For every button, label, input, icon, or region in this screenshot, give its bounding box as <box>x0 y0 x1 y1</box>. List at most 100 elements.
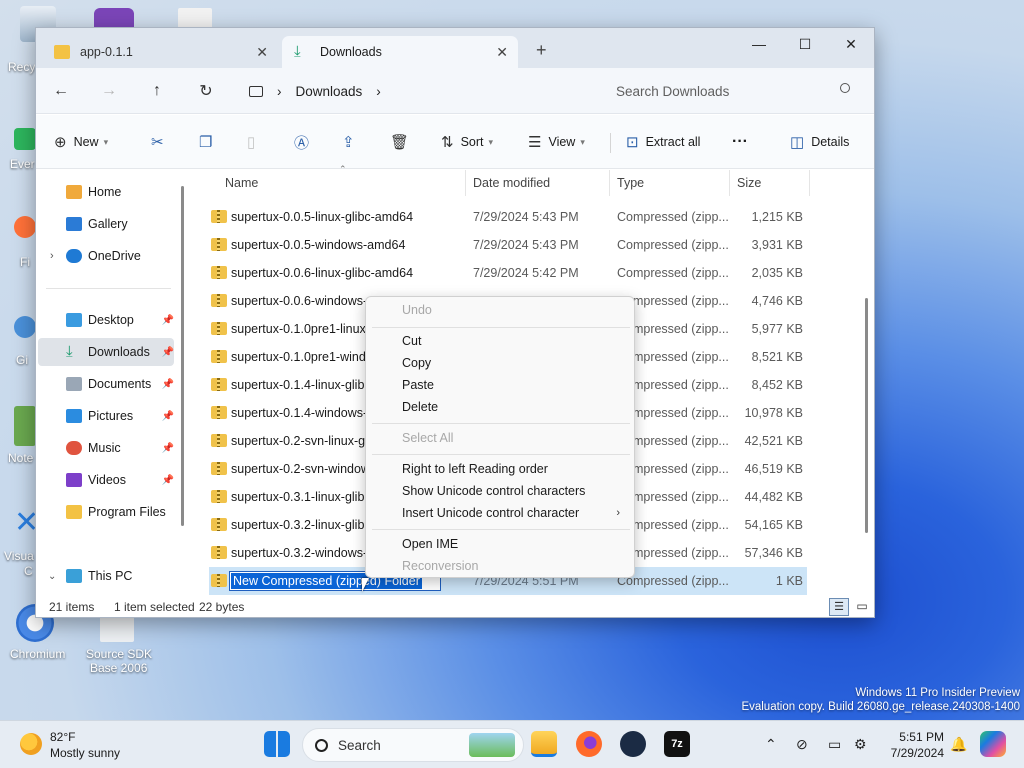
menu-item-paste[interactable]: Paste <box>366 374 634 396</box>
breadcrumb-downloads[interactable]: Downloads <box>296 84 363 99</box>
details-view-button[interactable]: ☰ <box>829 598 849 616</box>
column-separator[interactable] <box>809 170 810 196</box>
taskbar-search[interactable]: Search <box>302 728 524 762</box>
menu-item-rtl-reading-order[interactable]: Right to left Reading order <box>366 458 634 480</box>
sidebar-item-music[interactable]: Music 📌 <box>38 434 174 462</box>
sidebar-item-desktop[interactable]: Desktop 📌 <box>38 306 174 334</box>
weather-temperature: 82°F <box>50 730 76 744</box>
back-button[interactable]: ← <box>48 79 74 103</box>
download-icon: ⤓ <box>66 343 73 360</box>
menu-item-copy[interactable]: Copy <box>366 352 634 374</box>
accessibility-icon[interactable]: ⚙ <box>854 736 867 753</box>
sidebar-item-downloads[interactable]: ⤓ Downloads 📌 <box>38 338 174 366</box>
toolbar-divider <box>610 133 611 153</box>
column-type[interactable]: Type <box>617 176 644 190</box>
network-icon[interactable]: ⊘ <box>796 736 808 753</box>
list-scrollbar[interactable] <box>865 298 868 533</box>
new-tab-button[interactable]: + <box>536 40 547 61</box>
pin-icon: 📌 <box>161 410 174 422</box>
command-bar: ⊕ New ▾ ✂ ❐ ▯ Ⓐ ⇪ 🗑 ⇅ Sort ▾ ☰ View ▾ ⊡ … <box>36 115 874 169</box>
sort-button[interactable]: ⇅ Sort ▾ <box>441 129 493 155</box>
tab-app-0-1-1[interactable]: app-0.1.1 ✕ <box>42 36 278 68</box>
copy-button[interactable]: ❐ <box>199 129 219 155</box>
desktop-icon-git[interactable] <box>14 316 36 338</box>
menu-item-select-all[interactable]: Select All <box>366 427 634 449</box>
file-explorer-taskbar-icon[interactable] <box>531 731 557 757</box>
start-windows-icon[interactable] <box>264 731 290 757</box>
rename-button[interactable]: Ⓐ <box>294 129 316 155</box>
sort-label: Sort <box>460 135 484 149</box>
sidebar-item-this-pc[interactable]: ⌄ This PC <box>38 562 174 590</box>
close-tab-icon[interactable]: ✕ <box>496 44 508 61</box>
column-size[interactable]: Size <box>737 176 761 190</box>
column-separator[interactable] <box>729 170 730 196</box>
share-button[interactable]: ⇪ <box>342 129 362 155</box>
forward-button[interactable]: → <box>96 79 122 103</box>
desktop-icon-vscode[interactable]: ✕ <box>14 508 39 538</box>
new-button[interactable]: ⊕ New ▾ <box>54 129 108 155</box>
extract-all-button[interactable]: ⊡ Extract all <box>626 129 700 155</box>
status-selected: 1 item selected <box>114 600 195 614</box>
up-button[interactable]: ↑ <box>144 79 170 103</box>
sidebar-scrollbar[interactable] <box>181 186 184 526</box>
tab-downloads[interactable]: ⤓ Downloads ✕ <box>282 36 518 68</box>
file-row[interactable]: supertux-0.0.5-linux-glibc-amd64 7/29/20… <box>209 203 807 231</box>
sidebar-item-videos[interactable]: Videos 📌 <box>38 466 174 494</box>
zip-folder-icon <box>211 294 227 307</box>
tiles-view-button[interactable]: ▭ <box>853 598 871 616</box>
bell-icon[interactable]: 🔔 <box>950 736 967 753</box>
menu-item-show-unicode[interactable]: Show Unicode control characters <box>366 480 634 502</box>
search-input[interactable]: Search Downloads <box>606 76 862 106</box>
sidebar-item-documents[interactable]: Documents 📌 <box>38 370 174 398</box>
file-name: supertux-0.3.2-windows- <box>231 546 368 560</box>
maximize-button[interactable]: ☐ <box>782 28 828 60</box>
menu-item-reconversion[interactable]: Reconversion <box>366 555 634 577</box>
file-row[interactable]: supertux-0.0.5-windows-amd64 7/29/2024 5… <box>209 231 807 259</box>
breadcrumb-separator[interactable]: › <box>376 84 381 99</box>
taskbar-clock[interactable]: 5:51 PM 7/29/2024 <box>880 729 944 761</box>
paste-button[interactable]: ▯ <box>247 129 262 155</box>
delete-button[interactable]: 🗑 <box>390 129 416 155</box>
7zip-taskbar-icon[interactable]: 7z <box>664 731 690 757</box>
weather-icon[interactable] <box>20 733 42 755</box>
folder-icon <box>66 505 82 519</box>
copilot-icon[interactable] <box>980 731 1006 757</box>
desktop-icon-source-sdk[interactable] <box>100 614 134 642</box>
column-separator[interactable] <box>465 170 466 196</box>
desktop-icon-notepad[interactable] <box>14 406 36 446</box>
menu-item-undo[interactable]: Undo <box>366 299 634 321</box>
close-tab-icon[interactable]: ✕ <box>256 44 268 61</box>
sidebar-item-pictures[interactable]: Pictures 📌 <box>38 402 174 430</box>
close-window-button[interactable]: ✕ <box>828 28 874 60</box>
weather-widget[interactable]: 82°F Mostly sunny <box>50 729 120 761</box>
column-separator[interactable] <box>609 170 610 196</box>
chevron-right-icon[interactable]: › <box>50 250 54 262</box>
address-bar[interactable]: › Downloads › <box>241 76 601 106</box>
desktop-icon-evernote[interactable] <box>14 128 36 150</box>
menu-item-cut[interactable]: Cut <box>366 330 634 352</box>
chevron-down-icon[interactable]: ⌄ <box>48 571 56 582</box>
desktop-icon-firefox[interactable] <box>14 216 36 238</box>
sidebar-item-program-files[interactable]: Program Files <box>38 498 174 526</box>
column-name[interactable]: Name <box>225 176 258 190</box>
minimize-button[interactable]: — <box>736 28 782 60</box>
file-row[interactable]: supertux-0.0.6-linux-glibc-amd64 7/29/20… <box>209 259 807 287</box>
sidebar-item-onedrive[interactable]: › OneDrive <box>38 242 174 270</box>
breadcrumb-separator[interactable]: › <box>277 84 282 99</box>
steam-taskbar-icon[interactable] <box>620 731 646 757</box>
chevron-up-icon[interactable]: ⌃ <box>765 736 777 753</box>
menu-item-insert-unicode[interactable]: Insert Unicode control character › <box>366 502 634 524</box>
menu-item-open-ime[interactable]: Open IME <box>366 533 634 555</box>
more-options-button[interactable]: ··· <box>732 129 748 155</box>
cut-button[interactable]: ✂ <box>151 129 171 155</box>
sidebar-item-gallery[interactable]: Gallery <box>38 210 174 238</box>
zip-folder-icon <box>211 574 227 587</box>
refresh-button[interactable]: ↻ <box>193 79 219 103</box>
firefox-taskbar-icon[interactable] <box>576 731 602 757</box>
display-icon[interactable]: ▭ <box>828 736 841 753</box>
column-date-modified[interactable]: Date modified <box>473 176 550 190</box>
sidebar-item-home[interactable]: Home <box>38 178 174 206</box>
view-button[interactable]: ☰ View ▾ <box>528 129 585 155</box>
details-button[interactable]: ◫ Details <box>790 129 849 155</box>
menu-item-delete[interactable]: Delete <box>366 396 634 418</box>
